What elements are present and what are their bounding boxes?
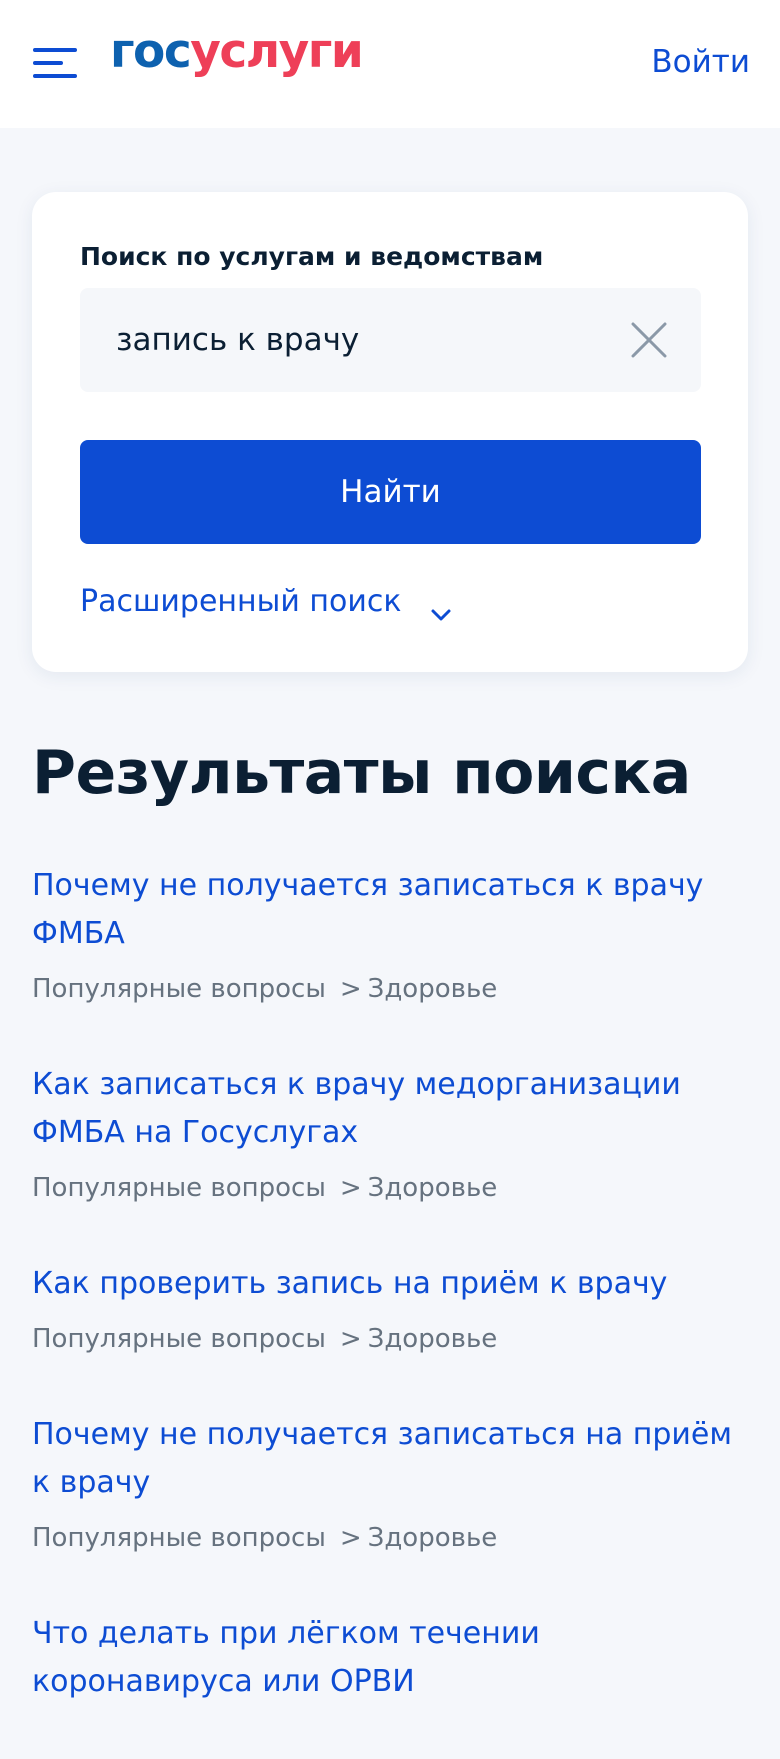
search-input-value: запись к врачу: [116, 322, 360, 358]
close-icon[interactable]: [631, 322, 667, 358]
result-breadcrumb: Популярные вопросы > Здоровье: [32, 970, 752, 1008]
result-category[interactable]: Популярные вопросы: [32, 1324, 326, 1354]
result-item: Почему не получается записаться на приём…: [32, 1411, 752, 1557]
search-card: Поиск по услугам и ведомствам запись к в…: [32, 192, 748, 672]
result-category[interactable]: Популярные вопросы: [32, 974, 326, 1004]
results-list: Почему не получается записаться к врачу …: [32, 862, 752, 1759]
result-item: Как записаться к врачу медорганизации ФМ…: [32, 1061, 752, 1207]
breadcrumb-separator: >: [339, 1173, 362, 1203]
result-breadcrumb: Популярные вопросы > Здоровье: [32, 1519, 752, 1557]
result-link[interactable]: Почему не получается записаться на приём…: [32, 1411, 752, 1507]
result-item: Как проверить запись на приём к врачу По…: [32, 1260, 752, 1358]
logo-part-uslugi: услуги: [190, 24, 364, 79]
result-item: Что делать при лёгком течении коронавиру…: [32, 1610, 752, 1706]
logo-part-gos: гос: [110, 24, 192, 79]
header: госуслуги Войти: [0, 0, 780, 128]
result-link[interactable]: Как проверить запись на приём к врачу: [32, 1260, 752, 1308]
result-link[interactable]: Как записаться к врачу медорганизации ФМ…: [32, 1061, 752, 1157]
find-button[interactable]: Найти: [80, 440, 701, 544]
result-breadcrumb: Популярные вопросы > Здоровье: [32, 1169, 752, 1207]
result-subcategory[interactable]: Здоровье: [368, 1324, 498, 1354]
login-link[interactable]: Войти: [651, 42, 750, 82]
result-item: Почему не получается записаться к врачу …: [32, 862, 752, 1008]
result-link[interactable]: Что делать при лёгком течении коронавиру…: [32, 1610, 752, 1706]
breadcrumb-separator: >: [339, 1523, 362, 1553]
result-category[interactable]: Популярные вопросы: [32, 1523, 326, 1553]
breadcrumb-separator: >: [339, 974, 362, 1004]
result-subcategory[interactable]: Здоровье: [368, 1173, 498, 1203]
result-subcategory[interactable]: Здоровье: [368, 1523, 498, 1553]
result-category[interactable]: Популярные вопросы: [32, 1173, 326, 1203]
advanced-search-label: Расширенный поиск: [80, 584, 402, 619]
results-title: Результаты поиска: [32, 738, 691, 808]
result-subcategory[interactable]: Здоровье: [368, 974, 498, 1004]
result-breadcrumb: Популярные вопросы > Здоровье: [32, 1320, 752, 1358]
chevron-down-icon: [429, 592, 453, 620]
menu-icon[interactable]: [33, 45, 77, 81]
advanced-search-link[interactable]: Расширенный поиск: [80, 580, 453, 624]
search-label: Поиск по услугам и ведомствам: [80, 242, 544, 271]
result-link[interactable]: Почему не получается записаться к врачу …: [32, 862, 752, 958]
search-input[interactable]: запись к врачу: [80, 288, 701, 392]
breadcrumb-separator: >: [339, 1324, 362, 1354]
gosuslugi-logo[interactable]: госуслуги: [110, 28, 364, 75]
